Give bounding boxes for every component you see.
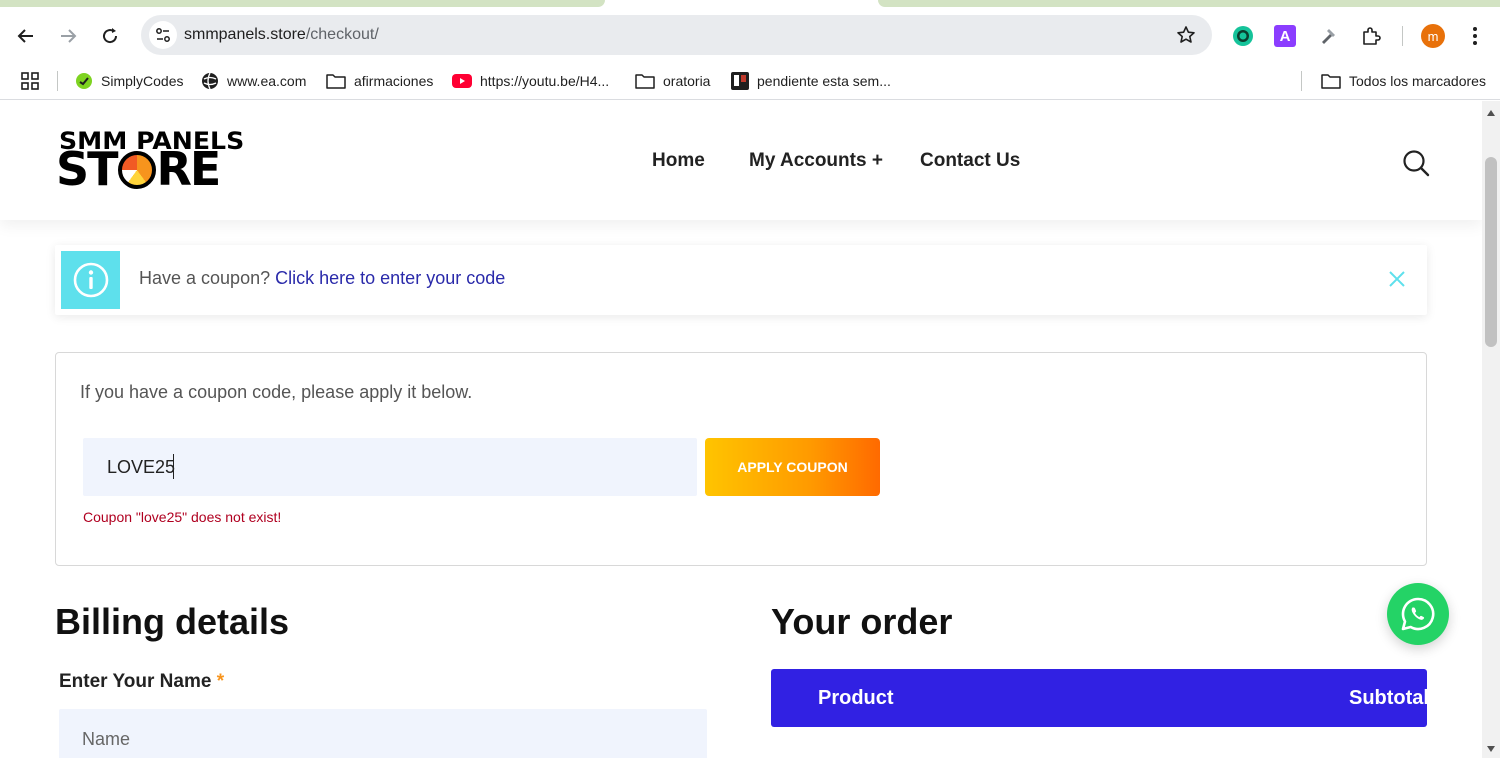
- extension-a-icon[interactable]: A: [1274, 25, 1296, 47]
- nav-my-accounts[interactable]: My Accounts +: [749, 150, 883, 172]
- url-path: /checkout/: [305, 26, 379, 43]
- trello-icon: [731, 72, 749, 90]
- whatsapp-icon: [1401, 597, 1435, 631]
- text-caret: [173, 454, 174, 479]
- grammarly-extension-icon[interactable]: [1232, 25, 1254, 47]
- scroll-up-arrow-icon[interactable]: [1487, 110, 1495, 116]
- coupon-form: If you have a coupon code, please apply …: [55, 352, 1427, 566]
- browser-toolbar: smmpanels.store/checkout/ A m: [0, 8, 1500, 62]
- inactive-tab-right[interactable]: [878, 0, 1500, 7]
- logo-ball-icon: [117, 151, 156, 189]
- extension-tool-icon[interactable]: [1317, 25, 1339, 47]
- whatsapp-chat-button[interactable]: [1387, 583, 1449, 645]
- close-icon[interactable]: [1387, 269, 1407, 289]
- site-header: SMM PANELS ST RE Home My Accounts + Conta…: [0, 101, 1482, 220]
- bookmark-youtube[interactable]: https://youtu.be/H4...: [452, 70, 609, 92]
- url-host: smmpanels.store: [184, 26, 306, 43]
- subtotal-column-header: Subtotal: [1349, 687, 1427, 709]
- bookmark-label: SimplyCodes: [101, 73, 184, 89]
- name-input[interactable]: [59, 709, 707, 758]
- profile-avatar[interactable]: m: [1421, 24, 1445, 48]
- coupon-intro: If you have a coupon code, please apply …: [80, 382, 473, 402]
- extension-a-letter: A: [1279, 27, 1291, 45]
- bookmark-oratoria[interactable]: oratoria: [635, 70, 710, 92]
- bookmark-label: afirmaciones: [354, 73, 434, 89]
- notice-text: Have a coupon?: [139, 268, 271, 288]
- bookmarks-bar: SimplyCodes www.ea.com afirmaciones http…: [0, 62, 1500, 100]
- scroll-down-arrow-icon[interactable]: [1487, 746, 1495, 752]
- youtube-icon: [452, 74, 472, 88]
- apps-grid-icon[interactable]: [21, 70, 39, 92]
- logo-bottom-part: RE: [156, 142, 222, 196]
- address-bar[interactable]: smmpanels.store/checkout/: [141, 15, 1212, 55]
- apply-coupon-button[interactable]: APPLY COUPON: [705, 438, 880, 496]
- forward-icon[interactable]: [54, 22, 82, 50]
- product-column-header: Product: [818, 687, 894, 709]
- billing-details-heading: Billing details: [55, 601, 290, 642]
- toolbar-divider: [1402, 26, 1403, 46]
- all-bookmarks-folder[interactable]: Todos los marcadores: [1321, 70, 1486, 92]
- enter-coupon-link[interactable]: Click here to enter your code: [275, 268, 505, 288]
- scroll-thumb[interactable]: [1485, 157, 1497, 347]
- folder-icon: [635, 74, 655, 89]
- folder-icon: [326, 74, 346, 89]
- site-logo[interactable]: SMM PANELS ST RE: [56, 127, 266, 197]
- coupon-notice: Have a coupon? Click here to enter your …: [55, 245, 1427, 315]
- bookmarks-divider: [1301, 71, 1302, 91]
- bookmark-afirmaciones[interactable]: afirmaciones: [326, 70, 433, 92]
- extensions-puzzle-icon[interactable]: [1360, 25, 1382, 47]
- coupon-code-input[interactable]: [83, 438, 697, 496]
- reload-icon[interactable]: [96, 22, 124, 50]
- site-settings-icon[interactable]: [149, 21, 177, 49]
- inactive-tab-left[interactable]: [0, 0, 605, 7]
- search-icon[interactable]: [1402, 149, 1430, 177]
- bookmark-label: Todos los marcadores: [1349, 73, 1486, 89]
- web-page: SMM PANELS ST RE Home My Accounts + Conta…: [0, 101, 1482, 758]
- bookmarks-divider: [57, 71, 58, 91]
- bookmark-star-icon[interactable]: [1176, 25, 1196, 50]
- page-scrollbar[interactable]: [1482, 101, 1500, 758]
- logo-bottom-part: ST: [56, 142, 118, 196]
- folder-icon: [1321, 74, 1341, 89]
- bookmark-label: https://youtu.be/H4...: [480, 73, 610, 89]
- required-mark: *: [216, 671, 225, 692]
- simplycodes-icon: [76, 73, 92, 89]
- bookmark-ea[interactable]: www.ea.com: [201, 70, 306, 92]
- nav-home[interactable]: Home: [652, 150, 705, 172]
- globe-icon: [202, 72, 218, 90]
- browser-menu-icon[interactable]: [1464, 25, 1486, 47]
- name-field-label: Enter Your Name *: [59, 671, 224, 693]
- avatar-letter: m: [1427, 28, 1439, 44]
- bookmark-label: www.ea.com: [227, 73, 307, 89]
- coupon-error-message: Coupon "love25" does not exist!: [83, 509, 282, 525]
- your-order-heading: Your order: [771, 601, 953, 642]
- bookmark-label: pendiente esta sem...: [757, 73, 891, 89]
- url-text[interactable]: smmpanels.store/checkout/: [184, 26, 379, 44]
- bookmark-label: oratoria: [663, 73, 711, 89]
- notice-message: Have a coupon? Click here to enter your …: [139, 268, 505, 289]
- bookmark-simplycodes[interactable]: SimplyCodes: [75, 70, 183, 92]
- info-icon: [61, 251, 120, 309]
- browser-tab-strip: [0, 0, 1500, 8]
- back-icon[interactable]: [12, 22, 40, 50]
- order-table-header: Product Subtotal: [771, 669, 1427, 727]
- nav-contact-us[interactable]: Contact Us: [920, 150, 1020, 172]
- logo-bottom-text: ST RE: [56, 142, 222, 196]
- name-label-text: Enter Your Name: [59, 671, 212, 692]
- bookmark-pendiente[interactable]: pendiente esta sem...: [731, 70, 891, 92]
